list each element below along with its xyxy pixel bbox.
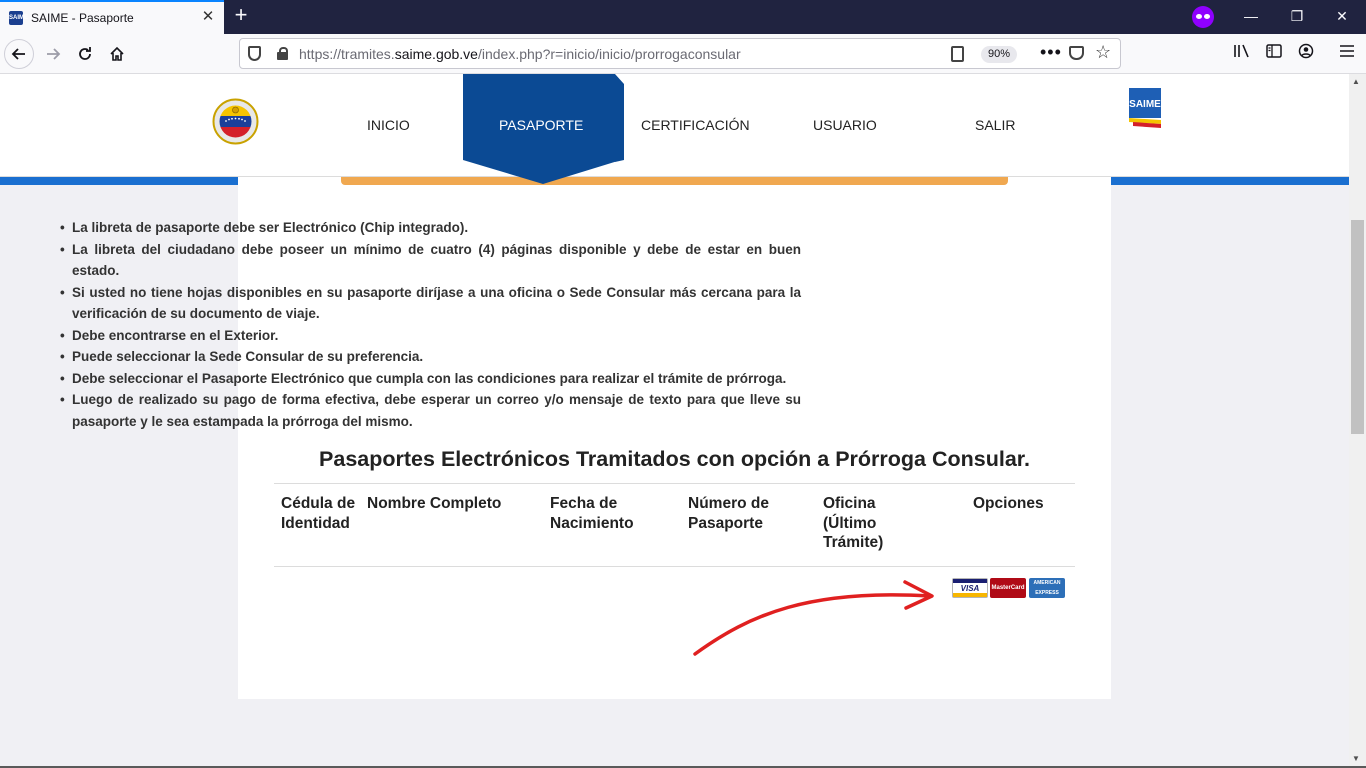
reader-view-icon[interactable] [951, 46, 964, 62]
visa-card-icon: VISA [952, 578, 988, 598]
lock-icon[interactable] [277, 47, 288, 60]
amex-card-icon: AMERICAN EXPRESS [1029, 578, 1065, 598]
requirements-banner [341, 177, 1008, 185]
back-button[interactable] [4, 39, 34, 69]
navigation-toolbar: https://tramites.saime.gob.ve/index.php?… [0, 34, 1366, 74]
forward-arrow-icon [47, 48, 61, 60]
sidebar-icon[interactable] [1263, 43, 1285, 65]
scroll-down-icon[interactable]: ▼ [1352, 754, 1360, 763]
requirements-list: La libreta de pasaporte debe ser Electró… [60, 217, 801, 432]
minimize-button[interactable]: — [1231, 4, 1271, 28]
saime-logo-text: SAIME [1129, 99, 1161, 110]
reload-button[interactable] [70, 39, 100, 69]
more-icon[interactable]: ••• [1040, 42, 1062, 63]
menu-item-inicio[interactable]: INICIO [367, 117, 410, 133]
column-header-opciones: Opciones [973, 495, 1044, 512]
close-window-button[interactable]: ✕ [1322, 4, 1362, 28]
scroll-thumb[interactable] [1351, 220, 1364, 434]
page-viewport: INICIO PASAPORTE CERTIFICACIÓN USUARIO S… [0, 74, 1349, 766]
browser-tab[interactable]: SAIME SAIME - Pasaporte ✕ [0, 0, 224, 34]
payment-cards: VISA MasterCard AMERICAN EXPRESS [952, 578, 1066, 598]
red-annotation-arrow [693, 580, 934, 656]
passport-table-header: Cédula de Identidad Nombre Completo Fech… [274, 483, 1075, 567]
bookmark-star-icon[interactable]: ☆ [1095, 42, 1111, 63]
venezuela-coat-of-arms-logo[interactable] [209, 98, 262, 145]
menu-item-salir[interactable]: SALIR [975, 117, 1015, 133]
column-header-numero: Número de Pasaporte [688, 495, 769, 532]
decorative-band-right [1111, 177, 1349, 185]
reload-icon [79, 47, 91, 60]
forward-button[interactable] [38, 39, 68, 69]
tab-strip: SAIME SAIME - Pasaporte ✕ + — ❐ ✕ [0, 0, 1366, 34]
close-tab-button[interactable]: ✕ [199, 8, 217, 26]
menu-item-pasaporte[interactable]: PASAPORTE [499, 117, 583, 133]
list-item: Debe encontrarse en el Exterior. [60, 325, 801, 347]
url-text[interactable]: https://tramites.saime.gob.ve/index.php?… [299, 46, 741, 62]
new-tab-button[interactable]: + [228, 3, 254, 29]
column-header-fecha: Fecha de Nacimiento [550, 495, 634, 532]
account-icon[interactable] [1295, 43, 1317, 65]
column-header-oficina: Oficina (Último Trámite) [823, 495, 884, 551]
shield-icon[interactable] [248, 46, 261, 61]
column-header-cedula: Cédula de Identidad [281, 495, 356, 532]
list-item: Si usted no tiene hojas disponibles en s… [60, 282, 801, 325]
list-item: La libreta del ciudadano debe poseer un … [60, 239, 801, 282]
private-browsing-icon [1192, 6, 1214, 28]
home-icon [110, 46, 124, 61]
home-button[interactable] [102, 39, 132, 69]
scroll-up-icon[interactable]: ▲ [1352, 77, 1360, 86]
tab-title: SAIME - Pasaporte [31, 11, 134, 25]
saime-logo[interactable]: SAIME [1127, 88, 1163, 128]
pocket-icon[interactable] [1069, 46, 1084, 60]
decorative-band-left [0, 177, 238, 185]
url-prefix: https://tramites. [299, 46, 395, 62]
menu-item-certificacion[interactable]: CERTIFICACIÓN [641, 117, 750, 133]
library-icon[interactable] [1231, 43, 1253, 65]
mastercard-icon: MasterCard [990, 578, 1026, 598]
list-item: Debe seleccionar el Pasaporte Electrónic… [60, 368, 801, 390]
menu-item-usuario[interactable]: USUARIO [813, 117, 877, 133]
back-arrow-icon [11, 48, 25, 60]
zoom-level-badge[interactable]: 90% [981, 46, 1017, 63]
address-bar[interactable]: https://tramites.saime.gob.ve/index.php?… [239, 38, 1121, 69]
list-item: Luego de realizado su pago de forma efec… [60, 389, 801, 432]
column-header-nombre: Nombre Completo [367, 495, 502, 512]
list-item: Puede seleccionar la Sede Consular de su… [60, 346, 801, 368]
site-header: INICIO PASAPORTE CERTIFICACIÓN USUARIO S… [0, 74, 1349, 184]
page-scrollbar[interactable]: ▲ ▼ [1349, 74, 1366, 766]
saime-favicon-icon: SAIME [9, 11, 28, 25]
section-title: Pasaportes Electrónicos Tramitados con o… [319, 447, 1030, 471]
url-path: /index.php?r=inicio/inicio/prorrogaconsu… [477, 46, 741, 62]
list-item: La libreta de pasaporte debe ser Electró… [60, 217, 801, 239]
url-host: saime.gob.ve [394, 46, 478, 62]
hamburger-menu-icon[interactable] [1336, 43, 1358, 65]
restore-button[interactable]: ❐ [1277, 4, 1317, 28]
